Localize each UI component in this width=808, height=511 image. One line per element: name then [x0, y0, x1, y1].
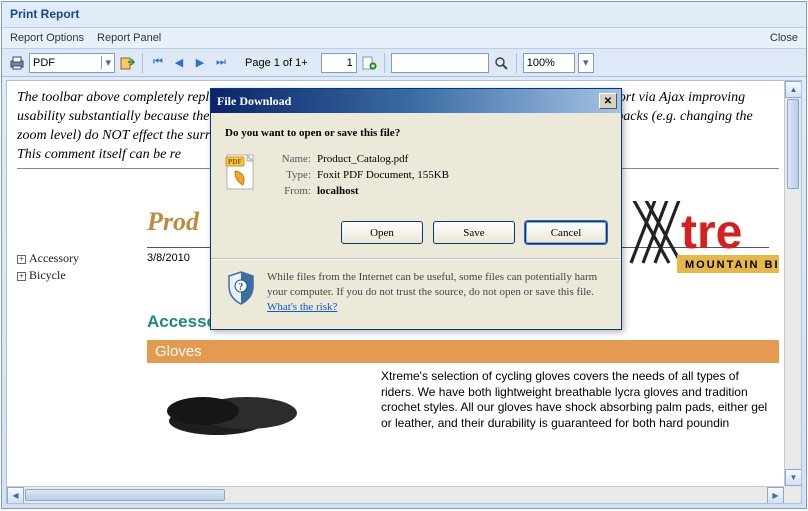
product-description: Xtreme's selection of cycling gloves cov…	[381, 369, 769, 439]
whats-the-risk-link[interactable]: What's the risk?	[267, 301, 337, 313]
name-value: Product_Catalog.pdf	[317, 153, 408, 165]
export-icon[interactable]	[118, 54, 136, 72]
tree-label: Accessory	[29, 251, 79, 265]
nav-prev-icon[interactable]: ◀	[170, 54, 188, 72]
expand-icon[interactable]: +	[17, 272, 26, 281]
window-title: Print Report	[2, 2, 806, 27]
scroll-right-icon[interactable]: ▶	[767, 487, 784, 504]
format-select-value: PDF	[33, 57, 55, 69]
pdf-file-icon: PDF	[225, 153, 259, 191]
from-value: localhost	[317, 185, 359, 197]
menu-close[interactable]: Close	[770, 32, 798, 44]
logo-text: tre	[681, 206, 742, 259]
from-label: From:	[271, 185, 317, 197]
search-input[interactable]	[391, 53, 489, 73]
scroll-corner	[784, 486, 801, 503]
format-select[interactable]: PDF ▾	[29, 53, 115, 73]
svg-text:?: ?	[238, 282, 243, 293]
page-label: Page 1 of 1+	[245, 57, 308, 69]
close-icon[interactable]: ✕	[599, 93, 617, 109]
nav-last-icon[interactable]: ⏭	[212, 54, 230, 72]
nav-first-icon[interactable]: ⏮	[149, 54, 167, 72]
toolbar: PDF ▾ ⏮ ◀ ▶ ⏭ Page 1 of 1+ 100% ▾	[2, 49, 806, 77]
zoom-select-value: 100%	[527, 57, 555, 69]
expand-icon[interactable]: +	[17, 255, 26, 264]
dialog-title: File Download	[217, 94, 291, 109]
tree-item-accessory[interactable]: +Accessory	[17, 251, 137, 266]
dialog-titlebar[interactable]: File Download ✕	[211, 89, 621, 113]
shield-icon: ?	[225, 270, 257, 306]
dialog-footer-text: While files from the Internet can be use…	[267, 270, 607, 315]
intro-p2: This comment itself can be re	[17, 147, 181, 162]
page-input[interactable]	[321, 53, 357, 73]
dialog-question: Do you want to open or save this file?	[225, 127, 607, 139]
search-icon[interactable]	[492, 54, 510, 72]
tree-label: Bicycle	[29, 268, 66, 282]
menu-report-panel[interactable]: Report Panel	[97, 32, 161, 44]
cancel-button[interactable]: Cancel	[525, 221, 607, 244]
menu-report-options[interactable]: Report Options	[10, 32, 84, 44]
menubar: Report Options Report Panel Close	[2, 27, 806, 49]
group-tree: +Accessory +Bicycle	[17, 201, 137, 483]
nav-next-icon[interactable]: ▶	[191, 54, 209, 72]
zoom-dropdown[interactable]: ▾	[578, 53, 594, 73]
print-icon[interactable]	[8, 54, 26, 72]
scroll-left-icon[interactable]: ◀	[7, 487, 24, 504]
footer-text: While files from the Internet can be use…	[267, 271, 597, 298]
subsection-band: Gloves	[147, 340, 779, 363]
chevron-down-icon: ▾	[101, 56, 111, 69]
name-label: Name:	[271, 153, 317, 165]
svg-text:PDF: PDF	[228, 158, 242, 166]
horizontal-scrollbar[interactable]: ◀ ▶	[7, 486, 784, 503]
type-value: Foxit PDF Document, 155KB	[317, 169, 449, 181]
zoom-select[interactable]: 100%	[523, 53, 575, 73]
scroll-thumb[interactable]	[25, 489, 225, 501]
save-button[interactable]: Save	[433, 221, 515, 244]
scroll-thumb[interactable]	[787, 99, 799, 189]
tree-item-bicycle[interactable]: +Bicycle	[17, 268, 137, 283]
goto-page-icon[interactable]	[360, 54, 378, 72]
scroll-up-icon[interactable]: ▲	[785, 81, 802, 98]
scroll-down-icon[interactable]: ▼	[785, 469, 802, 486]
file-download-dialog: File Download ✕ Do you want to open or s…	[210, 88, 622, 330]
chevron-down-icon: ▾	[583, 56, 589, 69]
product-image	[147, 369, 367, 439]
print-report-window: Print Report Report Options Report Panel…	[1, 1, 807, 509]
logo-subtext: MOUNTAIN BI	[685, 259, 779, 271]
vertical-scrollbar[interactable]: ▲ ▼	[784, 81, 801, 486]
open-button[interactable]: Open	[341, 221, 423, 244]
type-label: Type:	[271, 169, 317, 181]
xtreme-logo: tre MOUNTAIN BI	[629, 201, 779, 303]
